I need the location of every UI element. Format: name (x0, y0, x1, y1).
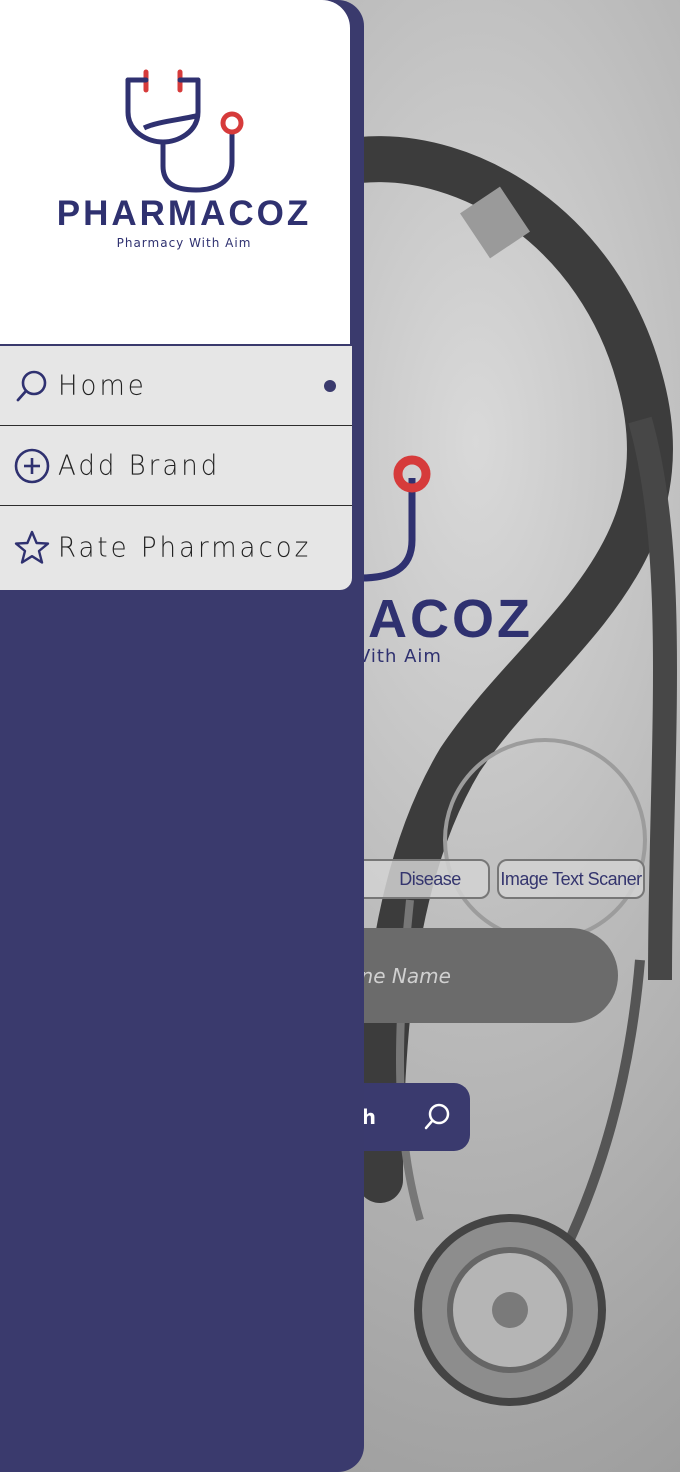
background-logo-name: ACOZ (368, 589, 533, 649)
search-icon (14, 368, 50, 404)
navigation-drawer: PHARMACOZ Pharmacy With Aim Home Add Bra… (0, 0, 364, 1472)
search-icon (424, 1103, 450, 1130)
menu-item-add-brand[interactable]: Add Brand (0, 426, 352, 506)
menu-item-label: Home (58, 369, 147, 402)
star-icon (14, 530, 50, 566)
plus-circle-icon (14, 448, 50, 484)
menu-item-home[interactable]: Home (0, 346, 352, 426)
background-logo-tagline: Vith Aim (358, 646, 442, 667)
stethoscope-logo-icon (125, 69, 244, 193)
app-logo-tagline: Pharmacy With Aim (116, 236, 252, 250)
menu-item-label: Rate Pharmacoz (58, 532, 312, 564)
app-logo-name: PHARMACOZ (56, 194, 312, 233)
tab-image-text-scanner[interactable]: Image Text Scaner (497, 859, 645, 899)
active-indicator-dot (324, 379, 336, 392)
drawer-header: PHARMACOZ Pharmacy With Aim (0, 0, 350, 344)
drawer-menu: Home Add Brand Rate Pharmacoz (0, 346, 352, 590)
menu-item-rate-pharmacoz[interactable]: Rate Pharmacoz (0, 506, 352, 590)
menu-item-label: Add Brand (58, 449, 221, 482)
